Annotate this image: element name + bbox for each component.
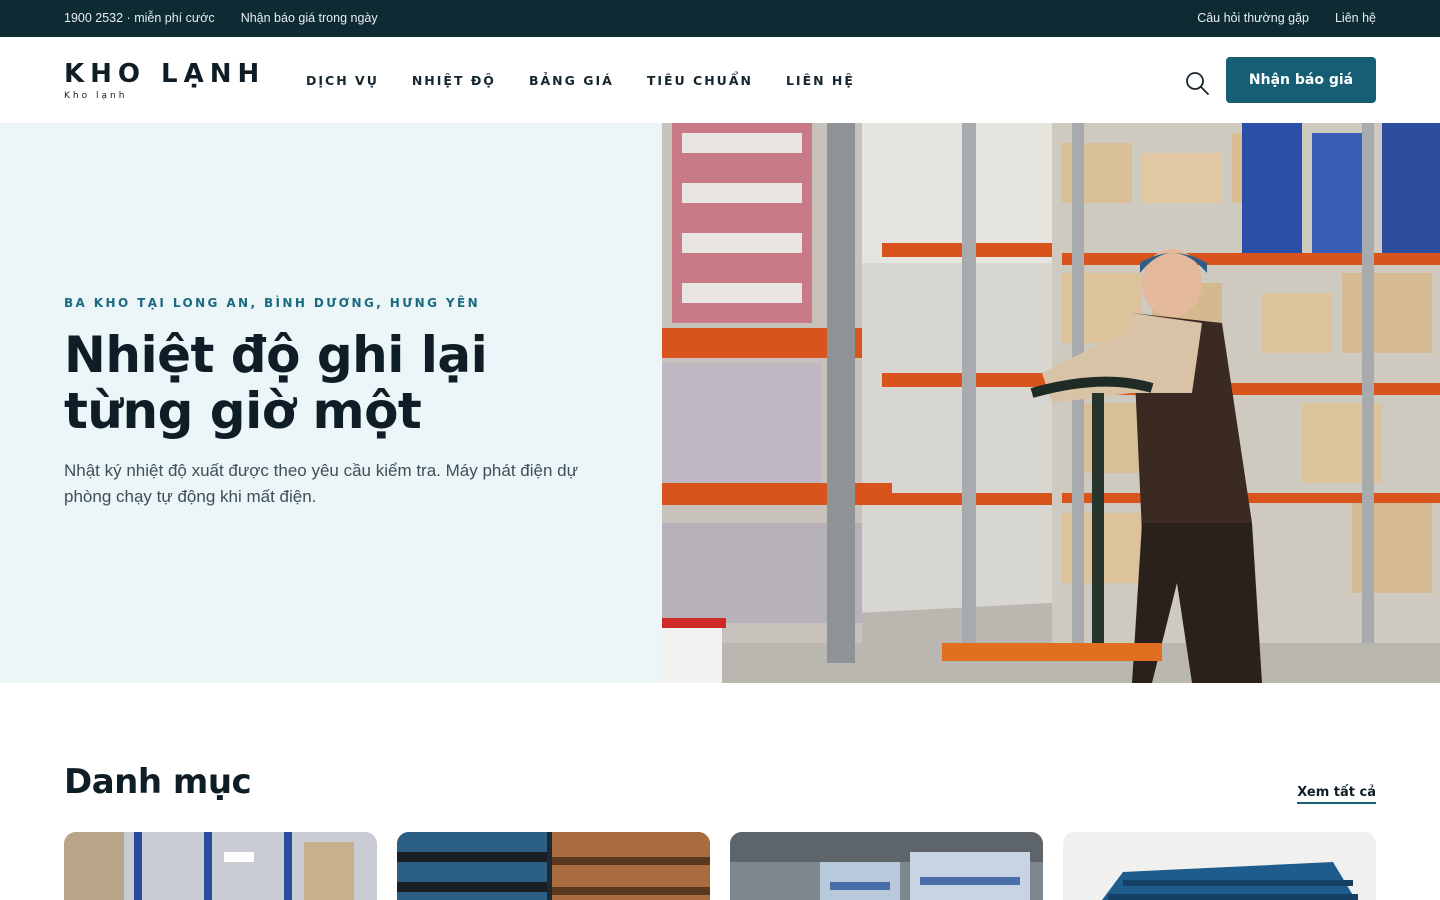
topbar-contact-link[interactable]: Liên hệ	[1335, 11, 1376, 25]
nav-item-standards[interactable]: TIÊU CHUẨN	[647, 73, 753, 88]
category-card[interactable]	[730, 832, 1043, 900]
category-card[interactable]	[1063, 832, 1376, 900]
hero-title-line-2: từng giờ một	[64, 382, 422, 440]
categories-title: Danh mục	[64, 762, 252, 802]
get-quote-button[interactable]: Nhận báo giá	[1226, 57, 1376, 103]
category-image	[397, 832, 710, 900]
hero-title-line-1: Nhiệt độ ghi lại	[64, 326, 488, 384]
search-icon[interactable]	[1184, 70, 1210, 96]
nav-item-services[interactable]: DỊCH VỤ	[306, 73, 379, 88]
nav-item-contact[interactable]: LIÊN HỆ	[786, 73, 855, 88]
see-all-link[interactable]: Xem tất cả	[1297, 785, 1376, 804]
nav-item-temperature[interactable]: NHIỆT ĐỘ	[412, 73, 496, 88]
hero-description: Nhật ký nhiệt độ xuất được theo yêu cầu …	[64, 461, 578, 506]
category-image	[64, 832, 377, 900]
category-card[interactable]	[64, 832, 377, 900]
hero-warehouse-image	[662, 123, 1440, 683]
topbar-faq-link[interactable]: Câu hỏi thường gặp	[1197, 11, 1309, 25]
category-image	[1063, 832, 1376, 900]
topbar-quote-note: Nhận báo giá trong ngày	[240, 11, 378, 25]
top-bar: 1900 2532 · miễn phí cước Nhận báo giá t…	[0, 0, 1440, 37]
logo[interactable]: KHO LẠNH Kho lạnh	[64, 59, 265, 101]
main-nav: DỊCH VỤ NHIỆT ĐỘ BẢNG GIÁ TIÊU CHUẨN LIÊ…	[306, 73, 855, 88]
category-image	[730, 832, 1043, 900]
hero-title: Nhiệt độ ghi lại từng giờ một	[64, 327, 624, 439]
logo-title: KHO LẠNH	[64, 59, 266, 89]
site-header: KHO LẠNH Kho lạnh DỊCH VỤ NHIỆT ĐỘ BẢNG …	[0, 37, 1440, 123]
logo-subtitle: Kho lạnh	[64, 91, 128, 101]
nav-item-pricing[interactable]: BẢNG GIÁ	[529, 73, 614, 88]
hero-panel: BA KHO TẠI LONG AN, BÌNH DƯƠNG, HƯNG YÊN…	[0, 123, 662, 683]
hero-eyebrow: BA KHO TẠI LONG AN, BÌNH DƯƠNG, HƯNG YÊN	[64, 296, 481, 310]
category-card[interactable]	[397, 832, 710, 900]
topbar-phone[interactable]: 1900 2532 · miễn phí cước	[64, 11, 215, 25]
